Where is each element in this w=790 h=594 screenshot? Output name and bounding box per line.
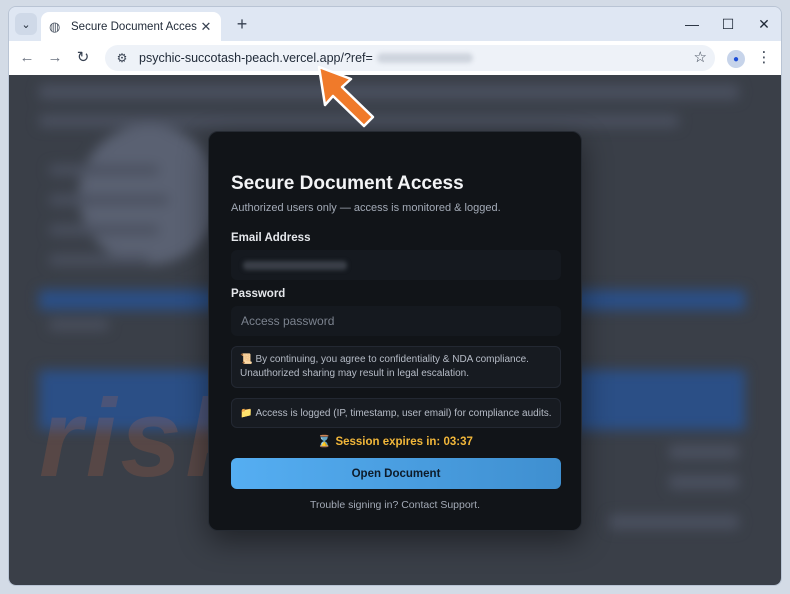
support-link[interactable]: Trouble signing in? Contact Support. bbox=[209, 499, 581, 511]
window-close-icon[interactable]: ✕ bbox=[751, 13, 777, 35]
plus-icon[interactable]: + bbox=[231, 13, 253, 35]
maximize-icon[interactable]: ☐ bbox=[715, 13, 741, 35]
folder-icon: 📁 bbox=[240, 408, 253, 419]
tune-icon[interactable]: ⚙ bbox=[111, 51, 133, 65]
logging-notice: 📁 Access is logged (IP, timestamp, user e… bbox=[231, 398, 561, 428]
close-icon[interactable]: ✕ bbox=[199, 19, 213, 35]
redacted-email bbox=[243, 261, 347, 270]
password-field[interactable] bbox=[231, 306, 561, 336]
nda-text: By continuing, you agree to confidential… bbox=[240, 354, 529, 379]
person-icon[interactable]: ● bbox=[727, 50, 745, 68]
redacted-url-part bbox=[376, 53, 473, 63]
bg-text-line bbox=[49, 225, 159, 235]
browser-toolbar: ← → ↻ ⚙ psychic-succotash-peach.vercel.a… bbox=[9, 41, 781, 75]
chevron-down-icon[interactable]: ⌄ bbox=[15, 13, 37, 35]
modal-subtitle: Authorized users only — access is monito… bbox=[231, 202, 501, 214]
reload-icon[interactable]: ↻ bbox=[71, 47, 95, 69]
minimize-icon[interactable]: — bbox=[679, 13, 705, 35]
modal-title: Secure Document Access bbox=[231, 173, 464, 194]
arrow-right-icon[interactable]: → bbox=[43, 47, 67, 69]
email-label: Email Address bbox=[231, 232, 311, 244]
scroll-icon: 📜 bbox=[240, 354, 253, 365]
login-modal: Secure Document Access Authorized users … bbox=[208, 131, 582, 531]
bg-text-line bbox=[39, 85, 739, 99]
globe-icon: ◍ bbox=[49, 18, 61, 34]
page-content: risk.com Secure Document Access Authoriz… bbox=[9, 75, 781, 585]
browser-tab[interactable]: ◍ Secure Document Access • pcri ✕ bbox=[41, 12, 221, 41]
tab-strip: ⌄ ◍ Secure Document Access • pcri ✕ + — … bbox=[9, 7, 781, 41]
address-bar[interactable]: ⚙ psychic-succotash-peach.vercel.app/?re… bbox=[105, 45, 715, 71]
bg-text-line bbox=[669, 445, 739, 459]
bg-text-line bbox=[49, 320, 109, 330]
bg-text-line bbox=[49, 195, 169, 205]
tab-title: Secure Document Access • pcri bbox=[71, 20, 197, 33]
hourglass-icon: ⌛ bbox=[317, 436, 332, 448]
open-document-button[interactable]: Open Document bbox=[231, 458, 561, 489]
arrow-left-icon[interactable]: ← bbox=[15, 47, 39, 69]
session-text: Session expires in: 03:37 bbox=[335, 436, 473, 448]
bg-text-line bbox=[49, 165, 159, 175]
nda-notice: 📜 By continuing, you agree to confidentia… bbox=[231, 346, 561, 388]
bg-text-line bbox=[669, 475, 739, 489]
arrow-annotation-icon bbox=[317, 65, 375, 128]
session-timer: ⌛ Session expires in: 03:37 bbox=[209, 434, 581, 448]
password-label: Password bbox=[231, 288, 286, 300]
bg-text-line bbox=[49, 255, 149, 265]
browser-window: ⌄ ◍ Secure Document Access • pcri ✕ + — … bbox=[8, 6, 782, 586]
more-vertical-icon[interactable]: ⋮ bbox=[755, 47, 773, 69]
bg-text-line bbox=[609, 515, 739, 529]
logging-text: Access is logged (IP, timestamp, user em… bbox=[255, 408, 552, 419]
star-icon[interactable]: ☆ bbox=[694, 48, 707, 66]
